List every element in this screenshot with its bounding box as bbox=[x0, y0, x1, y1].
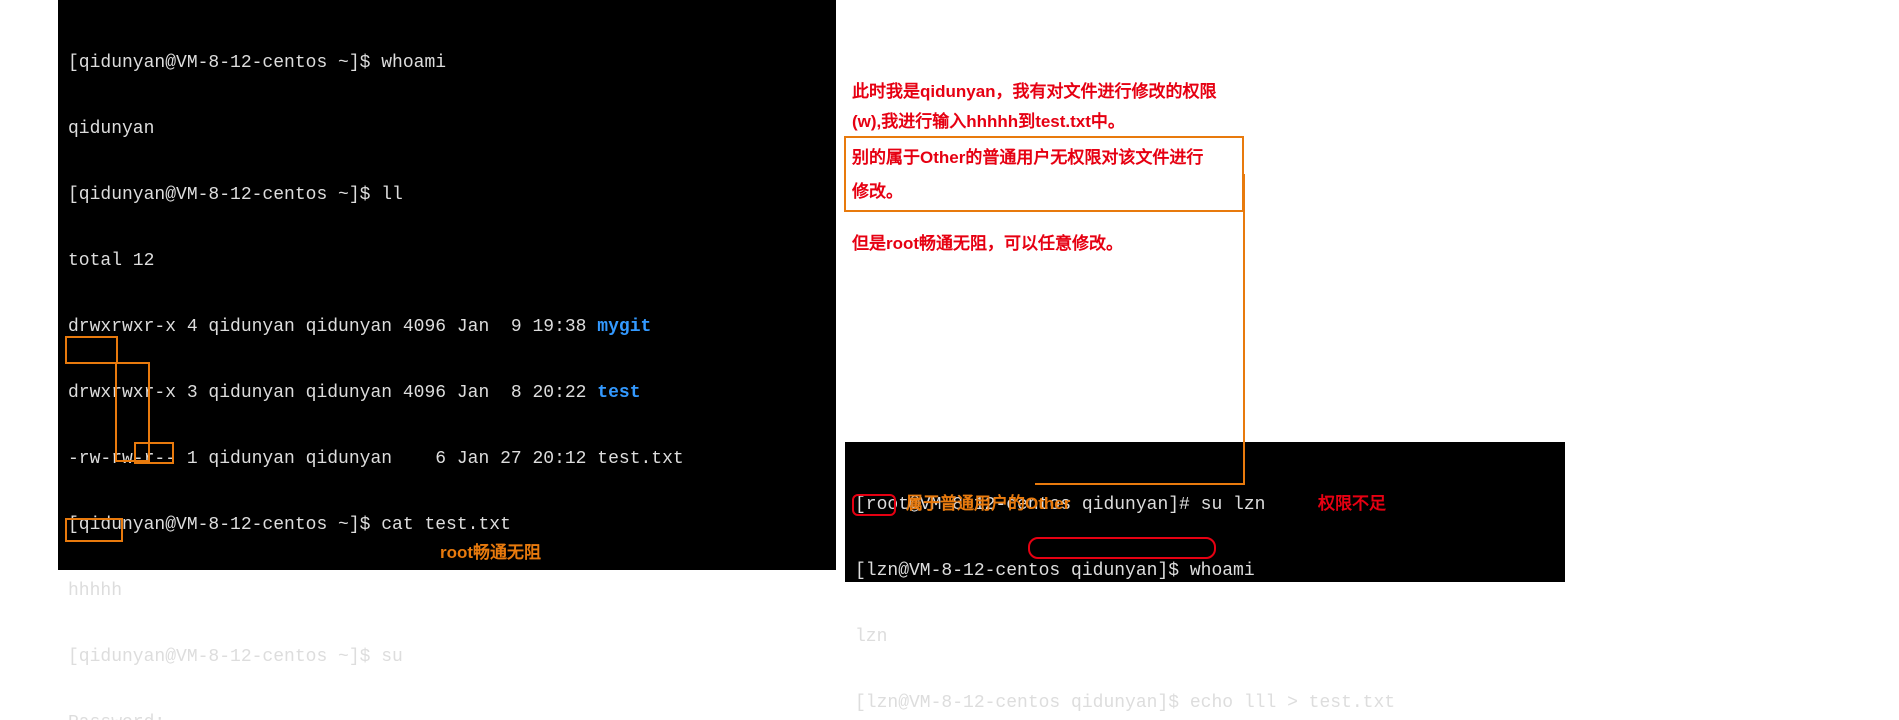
term-line: total 12 bbox=[68, 250, 826, 272]
connector-line-vertical bbox=[1243, 174, 1245, 484]
term-line: [qidunyan@VM-8-12-centos ~]$ su bbox=[68, 646, 826, 668]
dir-test: test bbox=[597, 383, 640, 403]
term-line: [lzn@VM-8-12-centos qidunyan]$ whoami bbox=[855, 560, 1555, 582]
highlight-box-root bbox=[65, 336, 118, 364]
annotation-permission-denied: 权限不足 bbox=[1318, 490, 1386, 518]
annotation-root-free: 但是root畅通无阻，可以任意修改。 bbox=[852, 230, 1123, 258]
term-line: [qidunyan@VM-8-12-centos ~]$ whoami bbox=[68, 52, 826, 74]
term-line: drwxrwxr-x 4 qidunyan qidunyan 4096 Jan … bbox=[68, 316, 826, 338]
term-line: [qidunyan@VM-8-12-centos ~]$ ll bbox=[68, 184, 826, 206]
term-line: Password: bbox=[68, 712, 826, 720]
perm-text: drwxrwxr-x 4 qidunyan qidunyan 4096 Jan … bbox=[68, 317, 597, 337]
term-line: [lzn@VM-8-12-centos qidunyan]$ echo lll … bbox=[855, 692, 1555, 714]
annotation-other-user: 属于普通用户的Other bbox=[906, 490, 1070, 518]
term-line: hhhhh bbox=[68, 580, 826, 602]
annotation-qidunyan-line2: (w),我进行输入hhhhh到test.txt中。 bbox=[852, 108, 1125, 136]
annotation-root-unblocked: root畅通无阻 bbox=[440, 539, 541, 567]
term-line: drwxrwxr-x 3 qidunyan qidunyan 4096 Jan … bbox=[68, 382, 826, 404]
term-line: -rw-rw-r-- 1 qidunyan qidunyan 6 Jan 27 … bbox=[68, 448, 826, 470]
term-line: [qidunyan@VM-8-12-centos ~]$ cat test.tx… bbox=[68, 514, 826, 536]
connector-line-horizontal bbox=[1035, 483, 1245, 485]
dir-mygit: mygit bbox=[597, 317, 651, 337]
terminal-left[interactable]: [qidunyan@VM-8-12-centos ~]$ whoami qidu… bbox=[58, 0, 836, 570]
highlight-box-perm-other bbox=[134, 442, 174, 464]
highlight-box-other-note bbox=[844, 136, 1244, 212]
highlight-box-output bbox=[65, 518, 123, 542]
highlight-box-lzn bbox=[852, 494, 896, 516]
term-line: qidunyan bbox=[68, 118, 826, 140]
highlight-box-permission-denied bbox=[1028, 537, 1216, 559]
annotation-qidunyan-line1: 此时我是qidunyan，我有对文件进行修改的权限 bbox=[852, 78, 1217, 106]
term-line: lzn bbox=[855, 626, 1555, 648]
